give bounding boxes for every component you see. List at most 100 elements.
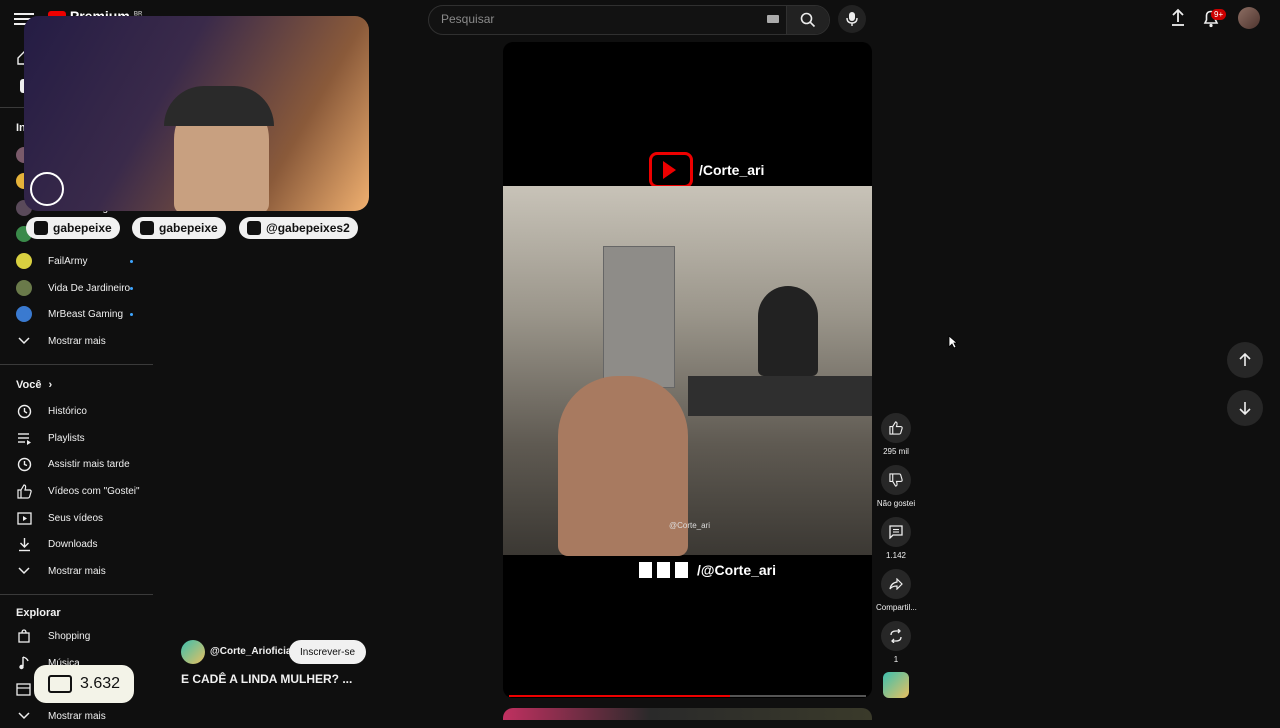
shorts-video-player[interactable]: /Corte_ari @Corte_ari /@Corte_ari — [503, 42, 872, 698]
comments-button[interactable] — [881, 517, 911, 547]
video-title[interactable]: E CADÊ A LINDA MULHER? ... — [181, 672, 352, 686]
film-icon[interactable] — [16, 683, 31, 701]
history-icon — [16, 403, 32, 419]
channel-name: Vida De Jardineiro — [48, 282, 131, 294]
shopping-bag-icon — [16, 628, 32, 644]
sidebar-item-label: Histórico — [48, 405, 87, 417]
headphones — [164, 86, 274, 126]
explore-title: Explorar — [16, 607, 61, 619]
sidebar-item-label: Seus vídeos — [48, 512, 104, 524]
social-icons — [639, 562, 693, 578]
counter-value: 3.632 — [80, 675, 121, 692]
arrow-up-icon — [1239, 353, 1251, 366]
bottom-branding: /@Corte_ari — [639, 562, 776, 578]
sidebar-item-label: Shopping — [48, 630, 91, 642]
counter-top — [688, 376, 872, 416]
next-short-button[interactable] — [1227, 390, 1263, 426]
channel-name: FailArmy — [48, 255, 88, 267]
woman — [758, 286, 818, 376]
search-button[interactable] — [786, 6, 829, 34]
keyboard-icon[interactable] — [767, 15, 779, 23]
youtube-icon — [34, 221, 48, 235]
sidebar-item-watch-later[interactable]: Assistir mais tarde — [16, 452, 130, 476]
previous-short-button[interactable] — [1227, 342, 1263, 378]
youtube-logo-icon — [649, 152, 693, 188]
account-avatar[interactable] — [1238, 7, 1260, 29]
chevron-down-icon — [16, 563, 32, 579]
clock-icon — [16, 456, 32, 472]
sidebar-item-label: Vídeos com "Gostei" — [48, 485, 140, 497]
thumb-up-icon — [16, 483, 32, 499]
replay-icon — [30, 172, 64, 206]
show-more-you[interactable]: Mostrar mais — [16, 559, 128, 583]
sidebar-divider — [0, 364, 153, 365]
you-section-title[interactable]: Você › — [16, 379, 52, 391]
voice-search-button[interactable] — [838, 5, 866, 33]
show-more-explore[interactable]: Mostrar mais — [16, 704, 128, 728]
dislike-action[interactable]: Não gostei — [876, 465, 916, 508]
watermark: @Corte_ari — [669, 521, 711, 530]
chevron-right-icon: › — [48, 379, 53, 391]
search-box — [428, 5, 830, 35]
thumb-down-icon — [889, 473, 903, 487]
dislike-label: Não gostei — [876, 499, 916, 508]
upload-icon[interactable] — [1167, 7, 1191, 31]
progress-bar[interactable] — [509, 695, 866, 697]
webcam-overlay — [24, 16, 369, 211]
playlist-icon — [16, 430, 32, 446]
chevron-down-icon — [16, 333, 32, 349]
mouse-cursor-icon — [948, 335, 958, 349]
sidebar-item-label: Playlists — [48, 432, 85, 444]
share-label: Compartil... — [876, 603, 917, 612]
search-input[interactable] — [439, 11, 763, 27]
bottom-handle: /@Corte_ari — [697, 562, 777, 578]
next-short-preview[interactable] — [503, 708, 872, 720]
show-more-subscriptions[interactable]: Mostrar mais — [16, 329, 128, 353]
like-action[interactable]: 295 mil — [876, 413, 916, 456]
sidebar-channel-failarmy[interactable]: FailArmy — [16, 249, 133, 273]
sidebar-item-your-videos[interactable]: Seus vídeos — [16, 506, 128, 530]
subscribe-button[interactable]: Inscrever-se — [289, 640, 367, 664]
remix-action[interactable]: 1 — [876, 621, 916, 664]
progress-fill — [509, 695, 731, 697]
remix-button[interactable] — [881, 621, 911, 651]
video-icon — [16, 510, 32, 526]
comments-action[interactable]: 1.142 — [876, 517, 916, 560]
sidebar-item-shopping[interactable]: Shopping — [16, 624, 128, 648]
sidebar-channel-vida-de-jardineiro[interactable]: Vida De Jardineiro — [16, 276, 133, 300]
instagram-social-pill: gabepeixe — [132, 217, 226, 239]
ticket-icon — [48, 675, 72, 693]
comment-count: 1.142 — [885, 551, 907, 560]
youtube-social-pill: gabepeixe — [26, 217, 120, 239]
like-button[interactable] — [881, 413, 911, 443]
sidebar-channel-mrbeast-gaming[interactable]: MrBeast Gaming — [16, 302, 133, 326]
share-button[interactable] — [881, 569, 911, 599]
mic-icon — [846, 12, 858, 26]
sidebar-item-label: Downloads — [48, 538, 98, 550]
channel-avatar — [16, 280, 32, 296]
tiktok-social-pill: @gabepeixes2 — [239, 217, 358, 239]
top-branding: /Corte_ari — [649, 152, 764, 188]
show-more-label: Mostrar mais — [48, 565, 106, 577]
sound-thumbnail[interactable] — [883, 672, 909, 698]
channel-handle[interactable]: @Corte_Arioficial — [210, 646, 294, 657]
channel-avatar[interactable] — [181, 640, 205, 664]
remix-count: 1 — [893, 655, 899, 664]
tiktok-icon — [247, 221, 261, 235]
channel-name: MrBeast Gaming — [48, 308, 124, 320]
arrow-down-icon — [1239, 402, 1251, 415]
share-action[interactable]: Compartil... — [876, 569, 917, 612]
chevron-down-icon — [16, 708, 32, 724]
social-handle: @gabepeixes2 — [266, 221, 350, 235]
notification-badge: 9+ — [1211, 9, 1227, 20]
channel-avatar — [16, 253, 32, 269]
show-more-label: Mostrar mais — [48, 335, 106, 347]
sidebar-item-downloads[interactable]: Downloads — [16, 532, 128, 556]
sidebar-item-history[interactable]: Histórico — [16, 399, 128, 423]
new-content-dot — [130, 259, 133, 263]
dislike-button[interactable] — [881, 465, 911, 495]
sidebar-item-playlists[interactable]: Playlists — [16, 426, 128, 450]
sidebar-divider — [0, 594, 153, 595]
sidebar-item-liked-videos[interactable]: Vídeos com "Gostei" — [16, 479, 140, 503]
like-count: 295 mil — [883, 447, 909, 456]
